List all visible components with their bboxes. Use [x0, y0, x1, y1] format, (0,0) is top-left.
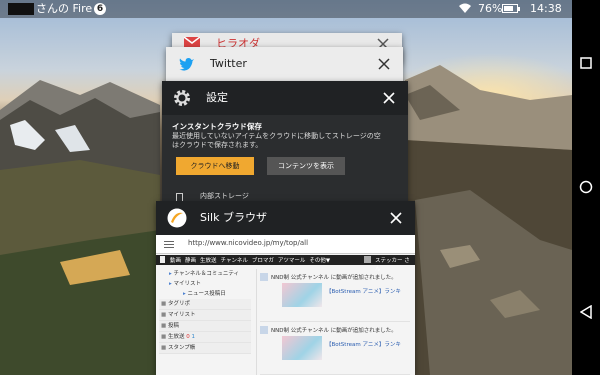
- square-bullet-icon: ■: [161, 345, 168, 351]
- feed-video-title: 【BotStream アニメ】ランキ: [326, 289, 401, 295]
- sidebar-entry: ■ 投稿: [159, 321, 251, 332]
- battery-percent: 76%: [478, 2, 503, 15]
- feed-item: NND制 公式チャンネル に動画が追加されました。【BotStream アニメ】…: [260, 322, 410, 375]
- site-nav-items: 動画 静画 生放送 チャンネル ブロマガ アツマール その他▼: [170, 256, 334, 264]
- show-content-button: コンテンツを表示: [267, 157, 345, 175]
- column-divider: [256, 269, 257, 375]
- sidebar-entry: ■ スタンプ帳: [159, 343, 251, 354]
- sidebar-entry: ■ マイリスト: [159, 310, 251, 321]
- sidebar-entry-label: マイリスト: [173, 281, 202, 287]
- recent-app-card-silk-browser[interactable]: Silk ブラウザ http://www.nicovideo.jp/my/top…: [156, 201, 415, 375]
- square-bullet-icon: ■: [161, 334, 168, 340]
- sidebar-entry-label: ニュース投稿日: [187, 291, 226, 297]
- device-owner-label: さんの Fire: [36, 2, 93, 15]
- close-icon[interactable]: [382, 91, 396, 105]
- battery-level-fill: [504, 6, 514, 11]
- wifi-icon: [458, 2, 472, 20]
- channel-avatar: [260, 273, 268, 281]
- setting-description-2: はクラウドで保存されます。: [172, 141, 263, 149]
- sidebar-entry-label: チャンネル＆コミュニティ: [173, 271, 240, 277]
- card-header: 設定: [162, 81, 408, 115]
- site-sidebar: ▸ チャンネル＆コミュニティ ▸ マイリスト ▸ ニュース投稿日 ■ タグリポ ■ マイ…: [159, 269, 251, 354]
- sidebar-entry-label: 生放送: [167, 334, 185, 340]
- sidebar-entry-label: タグリポ: [167, 301, 190, 307]
- sidebar-entry-label: 投稿: [167, 323, 179, 329]
- card-header: Silk ブラウザ: [156, 201, 415, 235]
- feed-video-title: 【BotStream アニメ】ランキ: [326, 342, 401, 348]
- card-header: Twitter: [166, 47, 403, 81]
- triangle-back-icon: [580, 305, 592, 319]
- site-nav-item: 生放送: [200, 258, 217, 264]
- silk-icon: [167, 208, 187, 228]
- activity-feed: NND制 公式チャンネル に動画が追加されました。【BotStream アニメ】…: [260, 269, 410, 375]
- site-logo-icon: [160, 256, 165, 263]
- home-button[interactable]: [576, 177, 596, 197]
- notification-count-badge[interactable]: 6: [94, 3, 106, 15]
- sidebar-entry: ▸ ニュース投稿日: [159, 289, 251, 299]
- video-thumbnail: [282, 336, 322, 360]
- twitter-icon: [179, 58, 194, 71]
- sidebar-entry-label: マイリスト: [167, 312, 196, 318]
- square-icon: [580, 57, 592, 69]
- site-nav-bar: 動画 静画 生放送 チャンネル ブロマガ アツマール その他▼ ステッカー さん: [156, 255, 415, 272]
- feed-text: NND制 公式チャンネル に動画が追加されました。: [271, 328, 397, 334]
- sidebar-entry: ▸ マイリスト: [159, 279, 251, 289]
- gear-icon: [174, 90, 190, 106]
- owner-name-redacted: [8, 3, 34, 15]
- site-nav-item: アツマール: [277, 258, 306, 264]
- user-avatar: [364, 256, 371, 263]
- site-nav-item: ブロマガ: [251, 258, 274, 264]
- feed-item: NND制 公式チャンネル に動画が追加されました。【BotStream アニメ】…: [260, 269, 410, 322]
- channel-avatar: [260, 326, 268, 334]
- circle-icon: [579, 180, 593, 194]
- site-nav-item: 動画: [170, 258, 182, 264]
- close-icon[interactable]: [377, 57, 391, 71]
- recent-app-card-settings[interactable]: 設定 インスタントクラウド保存 最近使用していないアイテムをクラウドに移動してス…: [162, 81, 408, 221]
- site-nav-item: 静画: [185, 258, 197, 264]
- square-bullet-icon: ■: [161, 312, 168, 318]
- address-bar: http://www.nicovideo.jp/my/top/all: [156, 235, 415, 254]
- sidebar-entry: ■ 生放送 0 1: [159, 332, 251, 343]
- sidebar-entry: ▸ チャンネル＆コミュニティ: [159, 269, 251, 279]
- live-count-badge: 1: [189, 334, 195, 340]
- internal-storage-label: 内部ストレージ: [200, 192, 249, 200]
- site-nav-item: その他▼: [309, 258, 331, 264]
- clock: 14:38: [530, 2, 562, 15]
- status-bar: さんの Fire 6 76% 14:38: [0, 0, 572, 18]
- browser-preview: http://www.nicovideo.jp/my/top/all 動画 静画生…: [156, 235, 415, 375]
- square-bullet-icon: ■: [161, 323, 168, 329]
- site-nav-item: チャンネル: [220, 258, 248, 264]
- card-title: 設定: [206, 91, 228, 104]
- feed-text: NND制 公式チャンネル に動画が追加されました。: [271, 275, 397, 281]
- video-thumbnail: [282, 283, 322, 307]
- navigation-bar: [572, 0, 600, 375]
- menu-icon: [164, 241, 174, 242]
- url-text: http://www.nicovideo.jp/my/top/all: [188, 239, 309, 247]
- back-button[interactable]: [576, 302, 596, 322]
- close-icon[interactable]: [389, 211, 403, 225]
- sidebar-entry: ■ タグリポ: [159, 299, 251, 310]
- battery-icon: [502, 4, 520, 13]
- recents-button[interactable]: [576, 53, 596, 73]
- card-title: Twitter: [210, 57, 247, 70]
- square-bullet-icon: ■: [161, 301, 168, 307]
- sidebar-entry-label: スタンプ帳: [167, 345, 196, 351]
- move-to-cloud-button: クラウドへ移動: [176, 157, 254, 175]
- card-title: Silk ブラウザ: [200, 211, 267, 224]
